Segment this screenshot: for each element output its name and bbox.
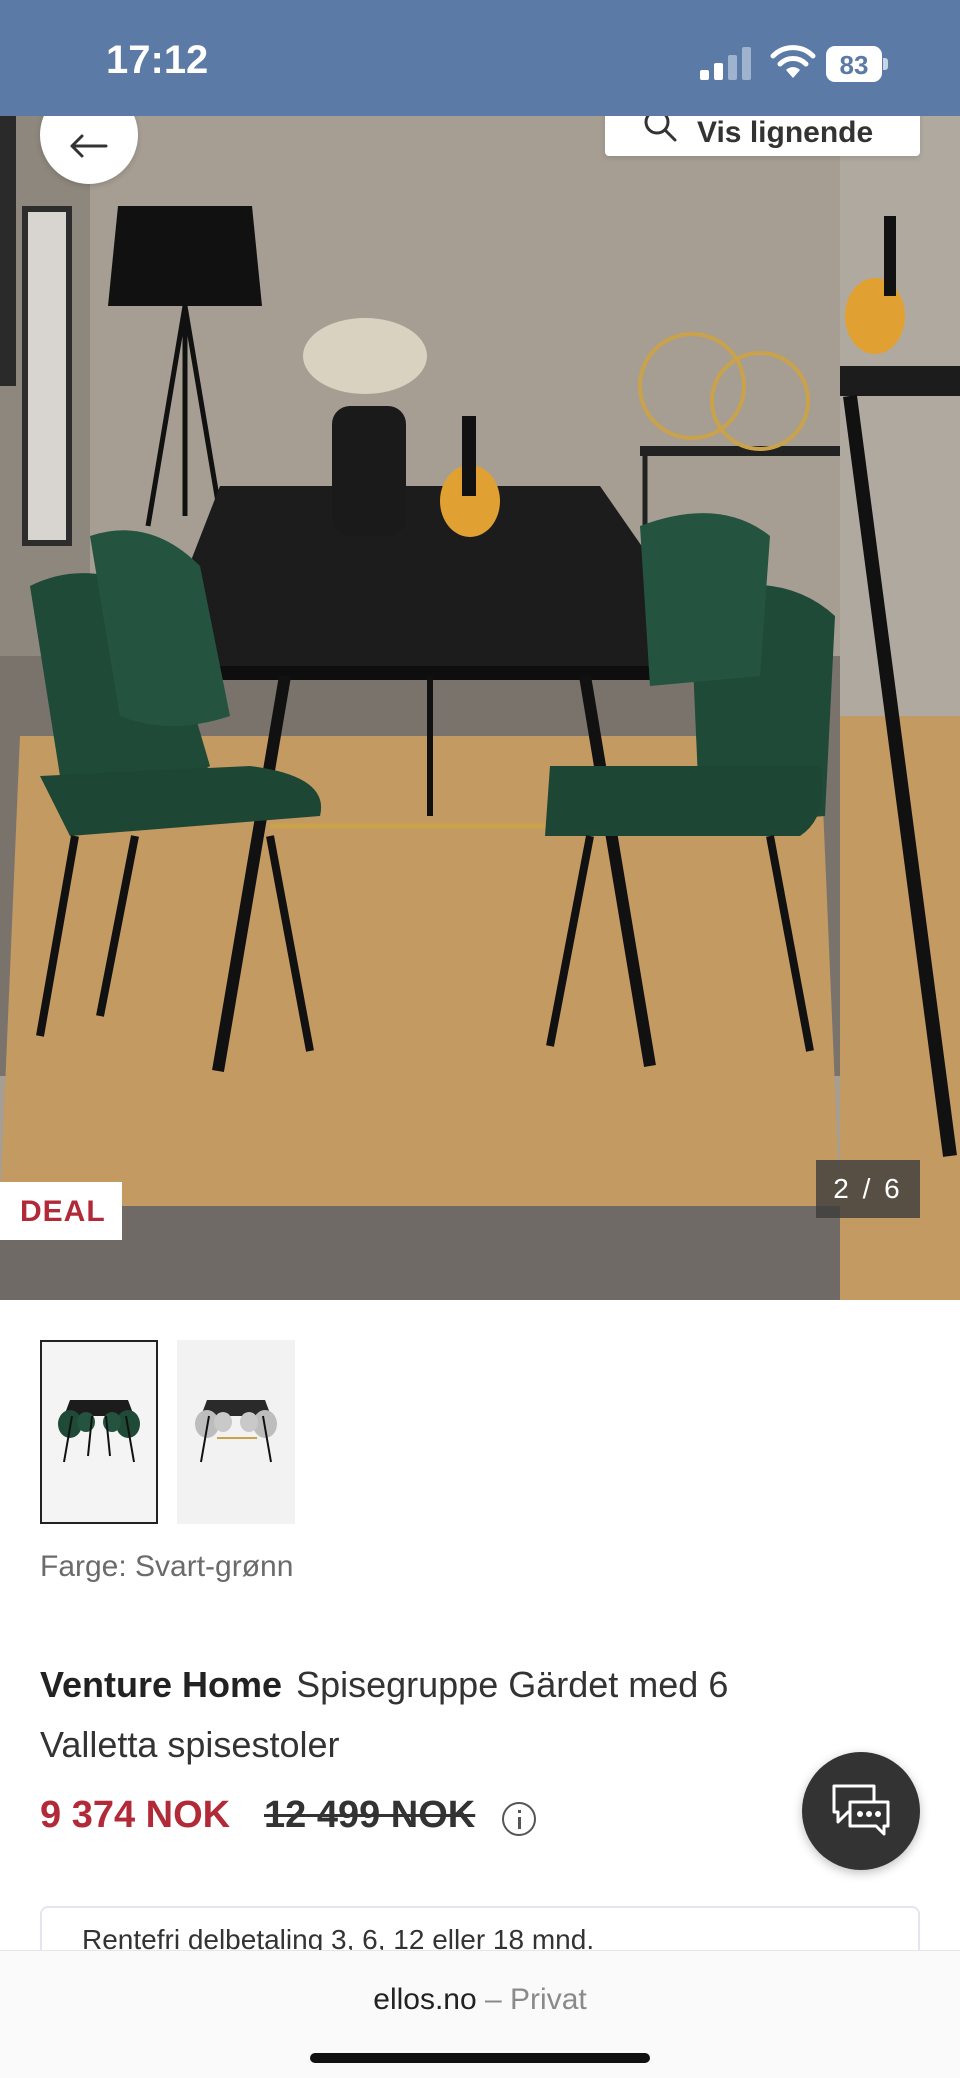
next-product-photo (840, 116, 960, 1300)
status-time: 17:12 (106, 38, 209, 82)
wifi-icon (770, 45, 816, 78)
product-image-carousel[interactable]: Vis lignende DEAL 2 / 6 (0, 116, 960, 1300)
color-swatch-black-green[interactable] (40, 1340, 158, 1524)
status-bar: 17:12 83 (0, 0, 960, 116)
product-brand[interactable]: Venture Home (40, 1664, 282, 1705)
deal-badge-text: DEAL (20, 1195, 106, 1228)
deal-badge: DEAL (0, 1182, 122, 1240)
selected-color-label: Farge: Svart-grønn (40, 1550, 294, 1583)
info-icon[interactable] (502, 1802, 536, 1836)
browser-private-mode: Privat (510, 1983, 587, 2016)
battery-level: 83 (839, 50, 869, 80)
image-counter: 2 / 6 (816, 1160, 920, 1218)
show-similar-label: Vis lignende (697, 116, 874, 149)
chat-bubbles-icon (832, 1784, 890, 1836)
color-swatch-black-grey[interactable] (177, 1340, 295, 1524)
product-title: Venture Home Spisegruppe Gärdet med 6 Val… (40, 1655, 840, 1775)
battery-icon: 83 (826, 46, 888, 82)
browser-domain: ellos.no (373, 1983, 477, 2016)
cellular-signal-icon (700, 47, 751, 80)
current-price: 9 374 NOK (40, 1794, 231, 1836)
browser-address-bar[interactable]: ellos.no – Privat (0, 1950, 960, 2078)
image-counter-text: 2 / 6 (833, 1173, 903, 1204)
show-similar-button[interactable]: Vis lignende (605, 116, 920, 156)
home-indicator[interactable] (310, 2053, 650, 2063)
thumbnail-black-grey-image (177, 1340, 295, 1524)
visual-search-icon (644, 116, 677, 142)
arrow-left-icon (70, 134, 108, 158)
thumbnail-black-green-image (42, 1342, 156, 1522)
browser-separator: – (485, 1983, 502, 2016)
chat-button[interactable] (802, 1752, 920, 1870)
product-photo-dining-set (0, 116, 840, 1300)
browser-domain-line: ellos.no – Privat (0, 1983, 960, 2017)
battery-tip (883, 58, 888, 70)
original-price: 12 499 NOK (264, 1794, 476, 1836)
